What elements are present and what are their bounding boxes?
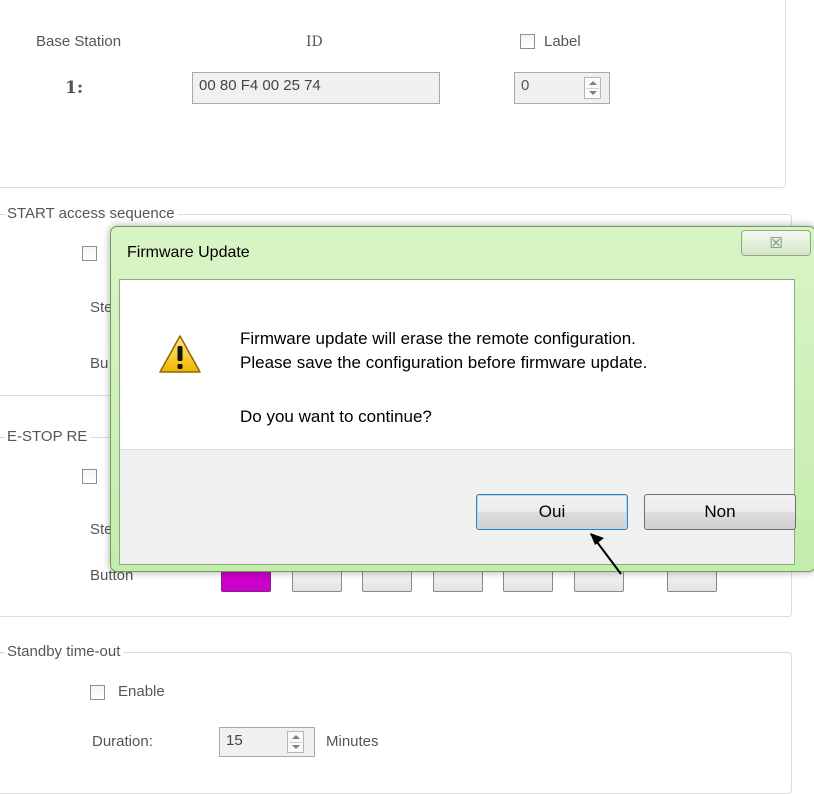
mouse-pointer-icon xyxy=(590,533,622,575)
duration-value: 15 xyxy=(226,732,243,749)
oui-button[interactable]: Oui xyxy=(476,494,628,530)
base-station-header: Base Station xyxy=(36,33,122,50)
estop-enable-checkbox[interactable] xyxy=(82,469,97,484)
label-checkbox[interactable] xyxy=(520,34,535,49)
spin-down-icon xyxy=(292,745,300,749)
estop-legend: E-STOP RE xyxy=(0,428,91,446)
legend-dash xyxy=(0,213,5,215)
start-enable-checkbox[interactable] xyxy=(82,246,97,261)
standby-enable-label: Enable xyxy=(118,683,165,700)
label-spin-buttons[interactable] xyxy=(584,77,601,99)
duration-spin-buttons[interactable] xyxy=(287,731,304,753)
firmware-update-dialog: Firmware Update ☒ Firmware update will e… xyxy=(110,226,814,572)
dialog-question: Do you want to continue? xyxy=(240,407,432,426)
spin-divider xyxy=(289,742,302,743)
dialog-title: Firmware Update xyxy=(127,244,250,261)
base-station-id-field[interactable]: 00 80 F4 00 25 74 xyxy=(192,72,440,104)
row-index: 1: xyxy=(65,78,84,98)
non-button[interactable]: Non xyxy=(644,494,796,530)
dialog-close-button[interactable]: ☒ xyxy=(741,230,811,256)
dialog-message-line1: Firmware update will erase the remote co… xyxy=(240,329,636,348)
dialog-message-line2: Please save the configuration before fir… xyxy=(240,353,648,372)
close-icon: ☒ xyxy=(769,235,783,252)
legend-dash xyxy=(0,436,5,438)
standby-group xyxy=(0,652,792,794)
duration-label: Duration: xyxy=(92,733,153,750)
spin-down-icon xyxy=(589,91,597,95)
spin-up-icon xyxy=(589,81,597,85)
label-spin-value: 0 xyxy=(521,77,530,94)
standby-enable-checkbox[interactable] xyxy=(90,685,105,700)
duration-unit: Minutes xyxy=(326,733,379,750)
dialog-button-bar: Oui Non xyxy=(120,449,796,564)
spin-divider xyxy=(586,88,599,89)
spin-up-icon xyxy=(292,735,300,739)
start-access-legend: START access sequence xyxy=(0,205,178,223)
label-checkbox-text: Label xyxy=(544,33,581,50)
warning-icon xyxy=(159,335,201,373)
standby-legend: Standby time-out xyxy=(0,643,124,661)
start-button-label: Bu xyxy=(90,355,109,372)
dialog-client-area: Firmware update will erase the remote co… xyxy=(119,279,796,565)
id-header: ID xyxy=(306,34,323,50)
legend-dash xyxy=(0,651,5,653)
